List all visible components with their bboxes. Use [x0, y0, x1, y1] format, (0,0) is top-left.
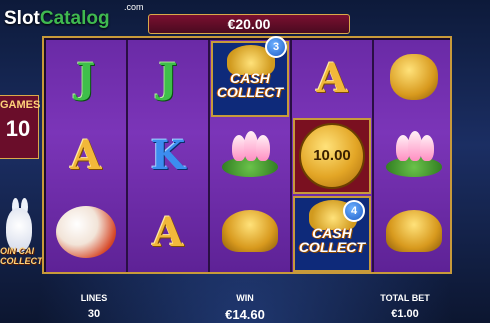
symbol-j: J: [46, 40, 126, 117]
cash-label: CASH: [230, 70, 270, 86]
symbol-j: J: [128, 40, 208, 117]
coin-value-text: 10.00: [313, 147, 351, 164]
koi-fish-icon: [56, 206, 116, 258]
logo-catalog-text: Catalog: [39, 8, 110, 29]
collect-count-badge: 4: [343, 200, 365, 222]
collect-label: COLLECT: [298, 239, 366, 255]
side-text-line2: COLLECT: [0, 256, 43, 266]
symbol-a: A: [128, 194, 208, 271]
symbol-j-text: J: [76, 55, 96, 102]
lines-label: LINES: [80, 293, 108, 303]
reel-4: A 10.00 CASH COLLECT: [292, 40, 372, 272]
symbol-a: A: [292, 40, 372, 117]
logo-com-text: .com: [124, 2, 144, 12]
slotcatalog-logo: SlotCatalog .com: [4, 2, 144, 30]
reel-5: [374, 40, 450, 272]
symbol-lotus: [210, 117, 290, 194]
reel-2: J K A: [128, 40, 208, 272]
lines-value: 30: [87, 308, 101, 320]
symbol-a-text: A: [70, 132, 102, 179]
free-games-panel: GAMES 10: [0, 95, 41, 159]
lotus-flower-icon: [396, 131, 434, 161]
bottom-info-bar: LINES 30 WIN €14.60 TOTAL BET €1.00: [0, 288, 490, 323]
cash-label: CASH: [312, 225, 352, 241]
free-games-label: GAMES: [0, 99, 41, 111]
cash-collect-label: CASH COLLECT: [215, 71, 285, 99]
total-bet-label: TOTAL BET: [380, 293, 430, 303]
side-text-line1: OIN CAI: [0, 246, 35, 256]
symbol-a: A: [46, 117, 126, 194]
logo-slot-text: Slot: [4, 8, 40, 29]
cai-collect-logo: OIN CAI COLLECT: [0, 246, 43, 266]
total-bet-value: €1.00: [391, 308, 419, 320]
win-value: €14.60: [225, 307, 265, 322]
symbol-a-text: A: [316, 55, 348, 102]
symbol-lotus: [374, 117, 450, 194]
win-label: WIN: [236, 293, 254, 303]
symbol-coin-value: 10.00: [293, 118, 371, 194]
reels-frame: J A J K A CASH COLLECT A 10.00 CASH COLL…: [42, 36, 452, 274]
reel-3: CASH COLLECT: [210, 40, 290, 272]
reel-1: J A: [46, 40, 126, 272]
gold-frog-icon: [390, 54, 438, 100]
balance-display: €20.00: [148, 14, 350, 34]
free-games-count: 10: [5, 116, 31, 141]
symbol-a-text: A: [152, 209, 184, 256]
symbol-turtle: [210, 194, 290, 271]
symbol-frog: [374, 40, 450, 117]
gold-coin-icon: 10.00: [299, 123, 365, 189]
symbol-k: K: [128, 117, 208, 194]
cash-collect-label: CASH COLLECT: [297, 226, 367, 254]
symbol-k-text: K: [150, 132, 186, 179]
lotus-flower-icon: [232, 131, 270, 161]
collect-count-badge: 3: [265, 36, 287, 58]
symbol-j-text: J: [158, 55, 178, 102]
symbol-koi: [46, 194, 126, 271]
collect-label: COLLECT: [216, 84, 284, 100]
gold-turtle-icon: [222, 210, 278, 252]
gold-turtle-icon: [386, 210, 442, 252]
symbol-turtle: [374, 194, 450, 271]
